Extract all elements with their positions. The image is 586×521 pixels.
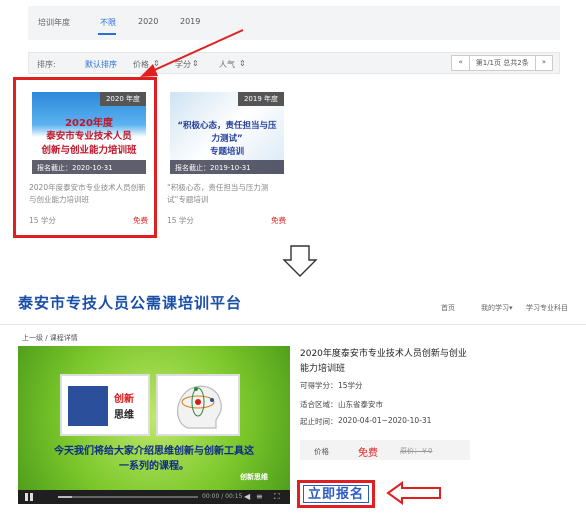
- enroll-now-button[interactable]: 立即报名: [303, 485, 369, 503]
- progress-fill: [58, 496, 72, 498]
- credits-label: 可得学分：: [300, 381, 338, 390]
- video-time: 00:00 / 00:15: [202, 493, 243, 500]
- video-panel-head: [156, 374, 240, 436]
- progress-track[interactable]: [58, 496, 198, 498]
- video-controls: 00:00 / 00:15 ◀ ≡ ⛶: [18, 490, 290, 504]
- price-box: 价格 免费 原价：￥0: [300, 440, 470, 460]
- original-price: 原价：￥0: [400, 447, 433, 455]
- panel-label-2: 思维: [114, 410, 134, 421]
- header-divider: [0, 324, 586, 325]
- nav-home[interactable]: 首页: [441, 303, 455, 313]
- detail-title: 2020年度泰安市专业技术人员创新与创业能力培训班: [300, 349, 467, 374]
- settings-icon[interactable]: ≡: [256, 492, 263, 501]
- red-pointer-arrow-icon: [140, 29, 244, 77]
- period-value: 2020-04-01~2020-10-31: [338, 416, 432, 425]
- pause-icon[interactable]: [24, 493, 34, 501]
- subtitle-line-2: 一系列的课程。: [119, 461, 189, 472]
- highlight-box-enroll: 立即报名: [297, 480, 375, 508]
- fullscreen-icon[interactable]: ⛶: [274, 492, 280, 502]
- price-label: 价格: [314, 447, 329, 456]
- credits-value: 15学分: [338, 381, 363, 390]
- volume-icon[interactable]: ◀: [244, 492, 250, 501]
- red-left-arrow-icon: [386, 481, 441, 505]
- down-arrow-icon: [282, 245, 318, 277]
- region-value: 山东省泰安市: [338, 400, 383, 409]
- period-label: 起止时间：: [300, 417, 338, 426]
- video-watermark: 创新思维: [240, 473, 268, 481]
- blue-cube-icon: [68, 386, 108, 426]
- video-player[interactable]: 创新 思维 今天我们将给大家介绍思维创新与创新工具这 一系列的课程。 创新思维 …: [18, 346, 290, 504]
- platform-logo-title[interactable]: 泰安市专技人员公需课培训平台: [18, 292, 242, 313]
- nav-professional-subjects[interactable]: 学习专业科目: [526, 303, 568, 313]
- subtitle-line-1: 今天我们将给大家介绍思维创新与创新工具这: [54, 446, 254, 457]
- head-atom-icon: [177, 385, 222, 429]
- video-subtitle: 今天我们将给大家介绍思维创新与创新工具这 一系列的课程。: [18, 444, 290, 474]
- panel-label-1: 创新: [114, 394, 134, 405]
- breadcrumb[interactable]: 上一级 / 课程详情: [22, 333, 78, 343]
- video-panel-innovation: 创新 思维: [60, 374, 150, 436]
- region-label: 适合区域：: [300, 400, 338, 409]
- nav-my-learning[interactable]: 我的学习▾: [481, 303, 513, 313]
- price-value: 免费: [358, 448, 378, 459]
